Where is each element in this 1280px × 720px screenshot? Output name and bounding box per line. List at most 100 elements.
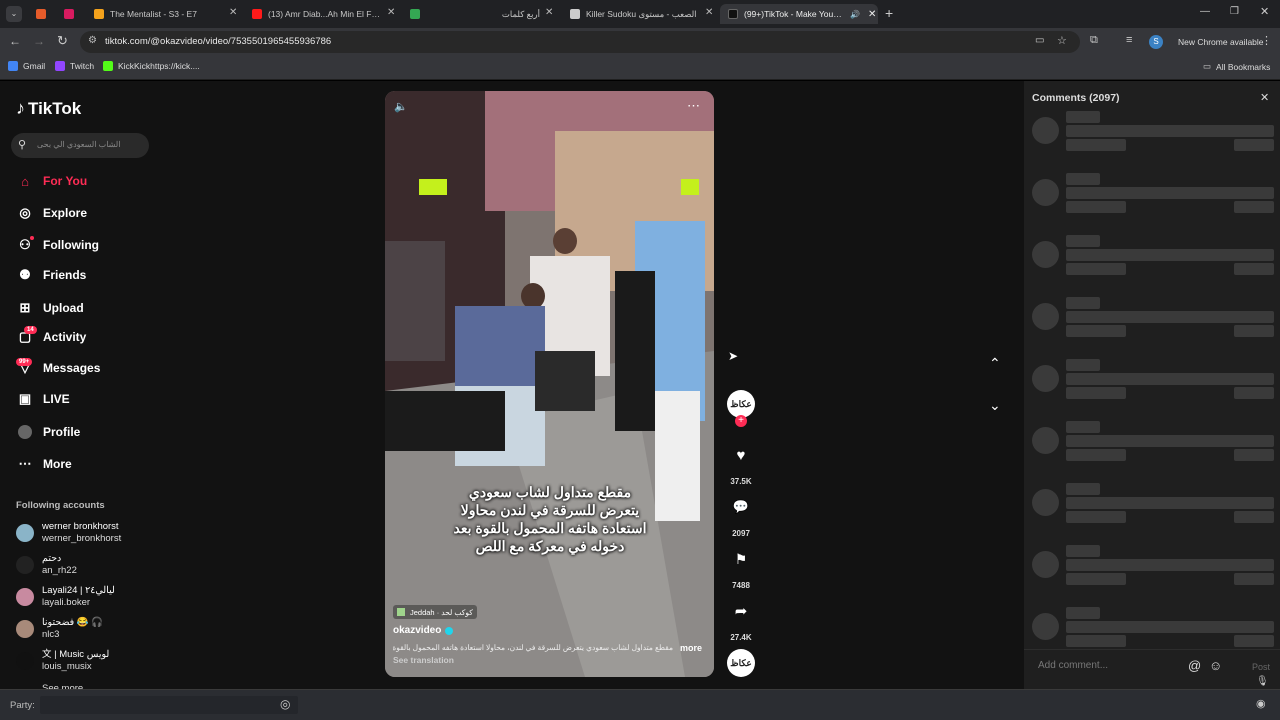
bookmark-kick[interactable]: KickKickhttps://kick.... [103,61,200,71]
microphone-icon[interactable]: 🎙 [1256,676,1269,687]
bookmark-star-icon[interactable]: ☆ [1057,34,1067,47]
forward-icon[interactable]: → [33,34,45,48]
comment-skeleton-line [1234,263,1274,275]
extensions-icon[interactable]: ⧉ [1090,34,1098,47]
location-tag[interactable]: Jeddah · كوكب لحد [393,605,477,619]
twitch-icon [55,61,65,71]
like-button[interactable]: ♥ [727,441,755,469]
close-window-button[interactable]: ✕ [1260,5,1269,18]
chrome-menu-icon[interactable]: ⋮ [1261,34,1272,47]
comment-skeleton-line [1234,573,1274,585]
comment-skeleton-line [1066,187,1274,199]
close-tab-icon[interactable]: ✕ [868,9,876,20]
tab-tiktok-active[interactable]: (99+)TikTok - Make Your Da... 🔊 ✕ [720,4,878,24]
comment-skeleton-line [1066,201,1126,213]
restore-button[interactable]: ❐ [1230,6,1239,17]
video-options-icon[interactable]: ⋯ [687,98,700,114]
comment-skeleton-line [1066,607,1100,619]
nav-following[interactable]: ⚇ Following [16,236,99,254]
tab-amr-diab[interactable]: (13) Amr Diab...Ah Min El Forae [252,4,384,24]
author-name[interactable]: okazvideo [393,625,454,636]
search-input[interactable]: الشاب السعودي الي بحى [37,140,120,149]
add-comment-input[interactable]: Add comment... [1038,660,1108,671]
sudoku-favicon-icon [570,9,580,19]
reading-list-icon[interactable]: ≡ [1126,34,1132,46]
nav-explore[interactable]: ◎ Explore [16,204,87,222]
share-button[interactable]: ➦ [727,597,755,625]
account-item[interactable]: فضحتونا 😂 🎧 nlc3 [16,617,103,641]
close-tab-icon[interactable]: ✕ [545,7,553,18]
nav-for-you[interactable]: ⌂ For You [16,172,87,190]
reload-icon[interactable]: ↻ [57,33,68,49]
comment-skeleton-avatar [1032,365,1059,392]
site-info-icon[interactable]: ⚙ [88,35,97,46]
all-bookmarks[interactable]: ▭ All Bookmarks [1203,61,1270,72]
mute-icon[interactable]: 🔈 [394,100,408,113]
nav-profile[interactable]: Profile [16,423,80,441]
comment-skeleton-line [1066,139,1126,151]
comment-skeleton-line [1066,297,1100,309]
tab-sudoku[interactable]: Killer Sudoku الصعب - مستوى [570,4,700,24]
search-icon: ⚲ [18,139,27,151]
tab-search-button[interactable]: ⌄ [6,6,22,22]
comment-skeleton-line [1066,359,1100,371]
see-translation-link[interactable]: See translation [393,655,454,665]
account-item[interactable]: Layali24 | ليالي٢٤ layali.boker [16,585,115,609]
next-video-icon[interactable]: ⌄ [989,397,1001,414]
tab-favicon [64,9,74,19]
folder-icon: ▭ [1203,61,1212,71]
account-item[interactable]: werner bronkhorst werner_bronkhorst [16,521,121,545]
minimize-button[interactable]: — [1200,6,1210,17]
mention-icon[interactable]: @ [1188,658,1201,673]
comments-panel: Comments (2097) ✕ Add comment... @ ☺ Pos… [1024,81,1280,689]
back-icon[interactable]: ← [9,34,21,48]
close-comments-icon[interactable]: ✕ [1260,91,1269,104]
party-input[interactable] [40,696,298,714]
previous-video-icon[interactable]: ⌃ [989,355,1001,372]
cast-icon[interactable]: ▭ [1035,35,1044,46]
avatar [16,556,34,574]
bookmark-button[interactable]: ⚑ [727,545,755,573]
url-field[interactable]: ⚙ tiktok.com/@okazvideo/video/7535501965… [80,31,1080,53]
comment-button[interactable]: 💬 [727,493,755,521]
follow-plus-icon[interactable]: + [735,415,747,427]
comment-skeleton-line [1234,449,1274,461]
tab-sheets[interactable] [410,4,430,24]
save-count: 7488 [732,581,750,590]
nav-upload[interactable]: ⊞ Upload [16,299,84,317]
account-item[interactable]: 文 | Music لويس louis_musix [16,649,109,673]
video-player[interactable]: 🔈 ⋯ مقطع متداول لشاب سعودي يتعرض للسرقة … [385,91,714,677]
tab-mentalist[interactable]: The Mentalist - S3 - E7 [94,4,234,24]
target-icon[interactable]: ◉ [1256,697,1266,710]
bookmark-gmail[interactable]: Gmail [8,61,45,71]
new-chrome-button[interactable]: New Chrome available [1172,32,1270,52]
speaker-icon[interactable]: 🔊 [850,10,860,19]
nav-live[interactable]: ▣ LIVE [16,390,70,408]
tab-1[interactable] [64,4,84,24]
profile-avatar[interactable]: S [1149,35,1163,49]
avatar [16,620,34,638]
party-settings-icon[interactable]: ◎ [280,697,290,711]
comment-skeleton-line [1066,373,1274,385]
sound-avatar[interactable]: عكاظ [727,649,755,677]
close-tab-icon[interactable]: ✕ [229,7,237,18]
tab-four-words[interactable]: أربع كلمات [440,4,540,24]
emoji-icon[interactable]: ☺ [1209,658,1222,673]
comment-skeleton-avatar [1032,613,1059,640]
account-item[interactable]: دحتم an_rh22 [16,553,77,577]
nav-more[interactable]: ⋯ More [16,455,72,473]
close-tab-icon[interactable]: ✕ [387,7,395,18]
creator-avatar[interactable]: عكاظ [727,390,755,418]
close-tab-icon[interactable]: ✕ [705,7,713,18]
more-link[interactable]: more [680,643,702,653]
bookmark-twitch[interactable]: Twitch [55,61,94,71]
tiktok-logo[interactable]: ♪ TikTok [16,98,81,119]
new-tab-button[interactable]: + [885,5,893,21]
search-box[interactable]: ⚲ الشاب السعودي الي بحى [11,133,149,158]
nav-friends[interactable]: ⚉ Friends [16,266,86,284]
post-button[interactable]: Post [1252,662,1270,672]
comment-skeleton-line [1066,483,1100,495]
tab-0[interactable] [36,4,56,24]
comments-title: Comments (2097) [1032,92,1120,104]
share-count: 27.4K [730,633,752,642]
